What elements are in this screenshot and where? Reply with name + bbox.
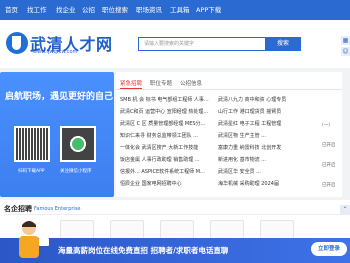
nav-item-public-recruit[interactable]: 公招 bbox=[82, 0, 95, 20]
right-side-panel bbox=[320, 120, 342, 190]
user-icon[interactable]: ☺ bbox=[341, 47, 350, 56]
list-item[interactable]: 武清星红 电子工程 工程管理 bbox=[218, 120, 318, 127]
nav-item-toolbox[interactable]: 工具箱 bbox=[170, 0, 190, 20]
panel-text: 已开启 bbox=[322, 163, 336, 168]
list-item[interactable]: 恒辰企业 国家电网招聘中心 bbox=[120, 180, 212, 187]
section-divider bbox=[4, 214, 346, 215]
nav-item-find-company[interactable]: 找企业 bbox=[56, 0, 76, 20]
miniprogram-qr-code bbox=[60, 126, 96, 162]
qr-icon[interactable]: ▦ bbox=[341, 36, 350, 45]
nav-item-app-download[interactable]: APP下载 bbox=[196, 0, 221, 20]
tab-job-topic[interactable]: 职位专题 bbox=[150, 79, 172, 89]
nav-item-find-job[interactable]: 找工作 bbox=[27, 0, 47, 20]
tab-divider bbox=[116, 89, 342, 90]
app-qr-code bbox=[14, 126, 50, 162]
list-item[interactable]: 新进用化 基市物流 ... bbox=[218, 156, 318, 163]
list-item[interactable]: 武清区华 安全员 ... bbox=[218, 168, 318, 175]
logo-url: www.fjwqrcw.com bbox=[33, 49, 78, 55]
list-item[interactable]: 一体化会 武清区搜产 大新工作技能 bbox=[120, 144, 212, 151]
tab-public-recruit[interactable]: 公招信息 bbox=[180, 79, 202, 89]
scroll-top-icon[interactable]: ⌃ bbox=[340, 205, 350, 215]
list-item[interactable]: 武清八九力 商中和资 心理专员 bbox=[218, 96, 318, 103]
section-title: 名企招聘 bbox=[4, 205, 32, 213]
login-button[interactable]: 立即登录 bbox=[311, 242, 347, 256]
nav-item-job-search[interactable]: 职位搜索 bbox=[102, 0, 128, 20]
qr2-caption: 关注微信小程序 bbox=[60, 169, 92, 174]
tab-urgent[interactable]: 紧急招聘 bbox=[120, 79, 143, 89]
side-tools: ▦ ☺ bbox=[341, 36, 350, 58]
logo-icon[interactable] bbox=[6, 32, 28, 54]
person-illustration-icon bbox=[19, 221, 49, 258]
promo-text: 海量高薪岗位在线免费直招 招聘者/求职者电话直聊 bbox=[58, 246, 229, 255]
nav-item-career-news[interactable]: 职场资讯 bbox=[136, 0, 162, 20]
list-item[interactable]: 饭店金属 人事行政助理 销售助理 ... bbox=[120, 156, 212, 163]
list-item[interactable]: 武清区物 生产主管 ... bbox=[218, 132, 318, 139]
search-button[interactable]: 搜索 bbox=[265, 37, 301, 51]
list-item[interactable]: 信报外... ASPICE软件系统工程师 M... bbox=[120, 168, 212, 175]
banner-title: 启航职场，遇见更好的自己 bbox=[5, 92, 114, 102]
list-item[interactable]: 海华机械 采购助理 2024届 bbox=[218, 180, 318, 187]
qr1-caption: 扫码下载APP bbox=[18, 169, 45, 174]
list-item[interactable]: SMB 机 会 标书 电气部组工程师 人事... bbox=[120, 96, 212, 103]
panel-text: 已开启 bbox=[322, 143, 336, 148]
list-item[interactable]: 知识仁来寻 财务总监带领工团队 ... bbox=[120, 132, 212, 139]
panel-text: (一) bbox=[322, 123, 331, 128]
top-nav: 首页 找工作 找企业 公招 职位搜索 职场资讯 工具箱 APP下载 bbox=[0, 0, 350, 20]
panel-text: 已开启 bbox=[322, 183, 336, 188]
section-subtitle: Famous Enterprise bbox=[34, 206, 81, 212]
search-input[interactable]: 请输入要搜索的关键字 bbox=[138, 37, 266, 51]
list-item[interactable]: 武清C和页 运营中心 宣阳经理 热处理... bbox=[120, 108, 212, 115]
list-item[interactable]: 山行工作 港口理货员 摇臂员 bbox=[218, 108, 318, 115]
nav-item-home[interactable]: 首页 bbox=[5, 0, 18, 20]
list-item[interactable]: 武清区 C 区 质量管理部经理 MES分... bbox=[120, 120, 212, 127]
list-item[interactable]: 富康力重 纳雷科技 北创开发 bbox=[218, 144, 318, 151]
